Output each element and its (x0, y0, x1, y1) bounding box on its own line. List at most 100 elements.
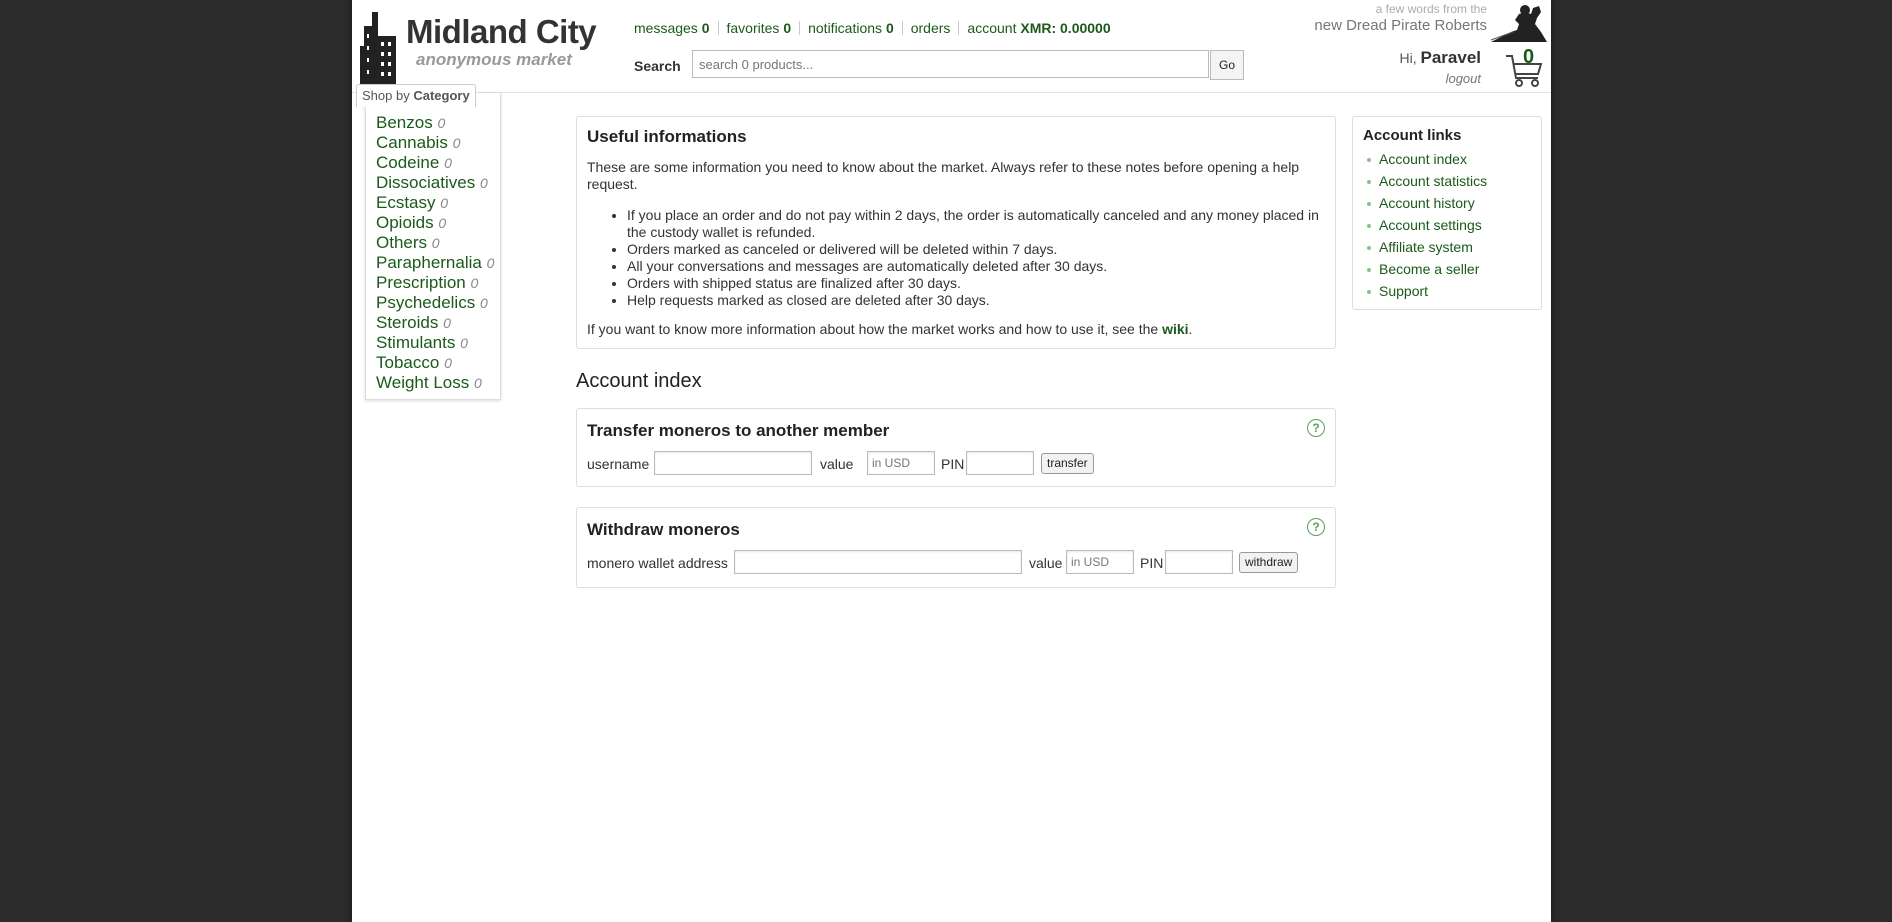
help-icon[interactable]: ? (1307, 419, 1325, 437)
category-name[interactable]: Tobacco (376, 353, 439, 372)
withdraw-title: Withdraw moneros (587, 520, 740, 539)
withdraw-panel: Withdraw moneros ? monero wallet address… (576, 507, 1336, 588)
pin-label: PIN (1140, 555, 1164, 571)
nav-messages-count: 0 (701, 20, 710, 36)
account-links-title: Account links (1363, 127, 1462, 144)
account-links-list: Account index Account statistics Account… (1363, 148, 1541, 302)
category-item[interactable]: Cannabis 0 (376, 133, 500, 153)
cart-button[interactable]: 0 (1505, 46, 1543, 88)
category-name[interactable]: Codeine (376, 153, 439, 172)
pin-input[interactable] (1165, 550, 1233, 574)
nav-account[interactable]: account XMR: 0.00000 (958, 21, 1118, 35)
transfer-button[interactable]: transfer (1041, 453, 1094, 474)
withdraw-button[interactable]: withdraw (1239, 552, 1299, 573)
category-name[interactable]: Prescription (376, 273, 466, 292)
wiki-link[interactable]: wiki (1162, 321, 1188, 337)
category-name[interactable]: Cannabis (376, 133, 448, 152)
footer-end: . (1188, 321, 1193, 337)
nav-notifications[interactable]: notifications 0 (799, 21, 902, 35)
nav-notifications-label[interactable]: notifications (808, 20, 882, 36)
category-count: 0 (479, 175, 488, 191)
account-link-affiliate[interactable]: Affiliate system (1363, 236, 1541, 258)
category-item[interactable]: Paraphernalia 0 (376, 253, 500, 273)
category-item[interactable]: Benzos 0 (376, 113, 500, 133)
nav-orders[interactable]: orders (901, 20, 959, 36)
account-link-statistics[interactable]: Account statistics (1363, 170, 1541, 192)
account-link-become-seller[interactable]: Become a seller (1363, 258, 1541, 280)
search-go-button[interactable]: Go (1210, 50, 1244, 80)
logout-link[interactable]: logout (1399, 71, 1481, 86)
account-link-index[interactable]: Account index (1363, 148, 1541, 170)
cat-tab-bold: Category (413, 88, 470, 103)
user-box: Hi, Paravel logout (1399, 48, 1481, 86)
category-item[interactable]: Tobacco 0 (376, 353, 500, 373)
useful-info-footer: If you want to know more information abo… (587, 321, 1325, 338)
nav-messages[interactable]: messages 0 (634, 21, 718, 35)
value-label: value (820, 456, 854, 472)
category-item[interactable]: Ecstasy 0 (376, 193, 500, 213)
dpr-message-link[interactable]: a few words from the new Dread Pirate Ro… (1314, 2, 1487, 34)
category-count: 0 (473, 375, 482, 391)
nav-account-label[interactable]: account (967, 20, 1016, 36)
wallet-address-input[interactable] (734, 550, 1022, 574)
username-input[interactable] (654, 451, 812, 475)
category-item[interactable]: Codeine 0 (376, 153, 500, 173)
category-count: 0 (438, 215, 447, 231)
category-item[interactable]: Prescription 0 (376, 273, 500, 293)
category-count: 0 (437, 115, 446, 131)
pin-label: PIN (941, 456, 965, 472)
account-link-support[interactable]: Support (1363, 280, 1541, 302)
category-count: 0 (444, 355, 452, 371)
category-count: 0 (479, 295, 488, 311)
pirate-icon[interactable] (1489, 2, 1549, 44)
account-link-history[interactable]: Account history (1363, 192, 1541, 214)
category-item[interactable]: Stimulants 0 (376, 333, 500, 353)
nav-orders-label[interactable]: orders (911, 20, 951, 36)
category-name[interactable]: Dissociatives (376, 173, 475, 192)
username[interactable]: Paravel (1421, 48, 1482, 67)
nav-favorites-label[interactable]: favorites (727, 20, 780, 36)
site-logo[interactable]: Midland City anonymous market (360, 8, 620, 88)
category-name[interactable]: Psychedelics (376, 293, 475, 312)
category-count: 0 (470, 275, 479, 291)
help-icon[interactable]: ? (1307, 518, 1325, 536)
search-input[interactable] (692, 50, 1209, 78)
category-list: Benzos 0 Cannabis 0 Codeine 0 Dissociati… (365, 92, 501, 400)
category-name[interactable]: Benzos (376, 113, 433, 132)
category-name[interactable]: Paraphernalia (376, 253, 482, 272)
category-name[interactable]: Ecstasy (376, 193, 436, 212)
wallet-address-label: monero wallet address (587, 555, 728, 571)
nav-favorites[interactable]: favorites 0 (717, 20, 800, 36)
category-item[interactable]: Weight Loss 0 (376, 373, 500, 393)
account-link-settings[interactable]: Account settings (1363, 214, 1541, 236)
useful-info-title: Useful informations (587, 127, 747, 146)
pin-input[interactable] (966, 451, 1034, 475)
category-item[interactable]: Dissociatives 0 (376, 173, 500, 193)
dpr-line-1: a few words from the (1375, 2, 1487, 16)
category-name[interactable]: Others (376, 233, 427, 252)
nav-messages-label[interactable]: messages (634, 20, 698, 36)
account-links-panel: Account links Account index Account stat… (1352, 116, 1542, 310)
value-label: value (1029, 555, 1063, 571)
list-item: Orders marked as canceled or delivered w… (627, 241, 1325, 258)
brand-name: Midland City (406, 13, 597, 50)
useful-info-panel: Useful informations These are some infor… (576, 116, 1336, 349)
nav-notifications-count: 0 (885, 20, 894, 36)
category-item[interactable]: Others 0 (376, 233, 500, 253)
category-name[interactable]: Opioids (376, 213, 434, 232)
category-item[interactable]: Opioids 0 (376, 213, 500, 233)
list-item: Orders with shipped status are finalized… (627, 275, 1325, 292)
category-name[interactable]: Weight Loss (376, 373, 469, 392)
category-item[interactable]: Steroids 0 (376, 313, 500, 333)
brand-tagline: anonymous market (416, 50, 572, 69)
search-label: Search (634, 58, 681, 74)
category-name[interactable]: Steroids (376, 313, 438, 332)
page-title: Account index (576, 370, 702, 392)
category-item[interactable]: Psychedelics 0 (376, 293, 500, 313)
list-item: Help requests marked as closed are delet… (627, 292, 1325, 309)
footer-text: If you want to know more information abo… (587, 321, 1159, 337)
value-input[interactable] (867, 451, 935, 475)
value-input[interactable] (1066, 550, 1134, 574)
cart-count: 0 (1523, 46, 1535, 68)
category-name[interactable]: Stimulants (376, 333, 455, 352)
